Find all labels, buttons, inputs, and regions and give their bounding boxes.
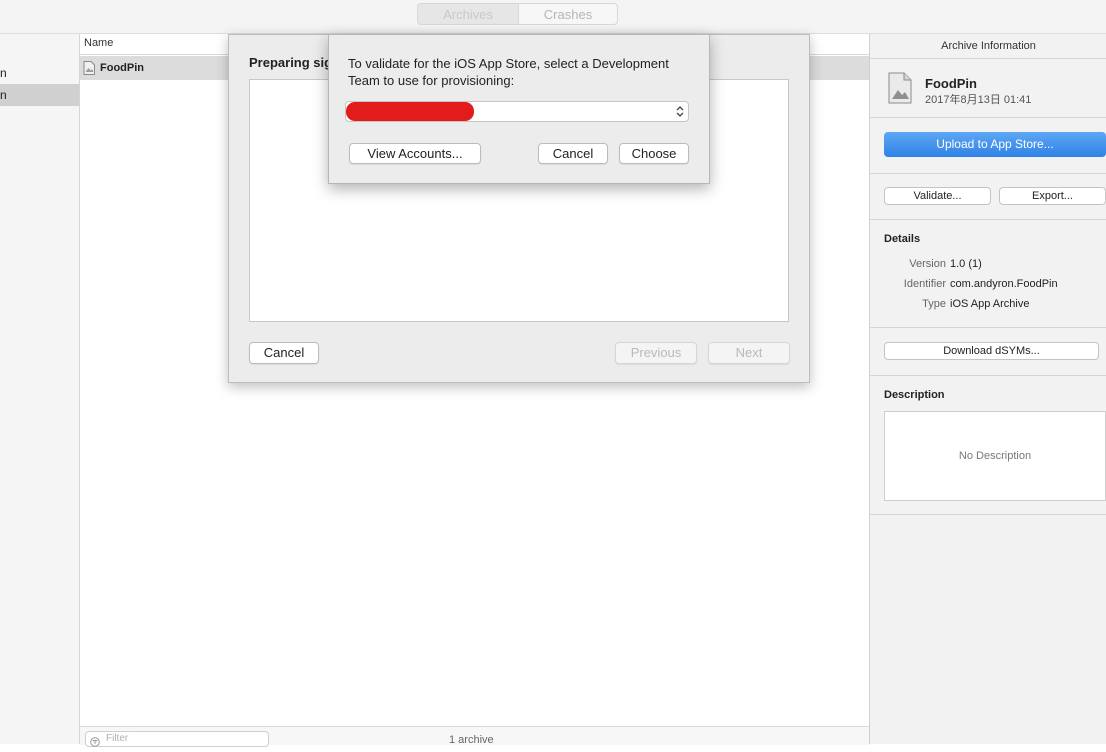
team-selection-dialog: To validate for the iOS App Store, selec… [328,34,710,184]
column-name-header[interactable]: Name [84,37,113,49]
previous-button[interactable]: Previous [615,342,697,364]
list-footer: Filter 1 archive [80,726,870,747]
team-select[interactable] [345,101,689,122]
sidebar: n n [0,34,80,744]
panel-title: Archive Information [941,40,1036,52]
archive-info-panel: Archive Information FoodPin 2017年8月13日 0… [869,34,1106,744]
filter-icon [90,734,100,747]
divider [870,58,1106,59]
validate-button[interactable]: Validate... [884,187,991,205]
choose-button[interactable]: Choose [619,143,689,164]
divider [870,117,1106,118]
divider [870,514,1106,515]
divider [870,375,1106,376]
divider [870,219,1106,220]
detail-label: Identifier [903,278,946,290]
sidebar-item[interactable]: n [0,62,79,84]
dialog-message: To validate for the iOS App Store, selec… [348,56,669,88]
tab-archives[interactable]: Archives [417,3,519,25]
archive-name: FoodPin [100,62,144,74]
export-button[interactable]: Export... [999,187,1106,205]
description-placeholder: No Description [958,450,1032,462]
sheet-cancel-button[interactable]: Cancel [249,342,319,364]
upload-app-store-button[interactable]: Upload to App Store... [884,132,1106,157]
archive-file-icon [83,61,95,75]
archive-date: 2017年8月13日 01:41 [925,94,1032,106]
redacted-team-name [346,102,474,121]
description-field[interactable]: No Description [884,411,1106,501]
download-dsyms-button[interactable]: Download dSYMs... [884,342,1099,360]
detail-value: iOS App Archive [950,298,1030,310]
filter-placeholder: Filter [106,733,129,744]
app-name: FoodPin [925,76,977,91]
archive-icon [888,72,912,104]
dialog-cancel-button[interactable]: Cancel [538,143,608,164]
details-heading: Details [884,233,921,245]
chevron-updown-icon [676,105,684,118]
filter-field[interactable]: Filter [85,731,269,747]
divider [870,327,1106,328]
divider [870,173,1106,174]
description-heading: Description [884,389,945,401]
detail-label: Version [909,258,946,270]
toolbar: Archives Crashes [0,0,1106,34]
detail-value: com.andyron.FoodPin [950,278,1058,290]
next-button[interactable]: Next [708,342,790,364]
sheet-title: Preparing sig [249,55,333,70]
detail-label: Type [922,298,946,310]
archive-count: 1 archive [449,734,494,746]
detail-value: 1.0 (1) [950,258,982,270]
sidebar-item-selected[interactable]: n [0,84,79,106]
tab-crashes[interactable]: Crashes [518,3,618,25]
view-accounts-button[interactable]: View Accounts... [349,143,481,164]
